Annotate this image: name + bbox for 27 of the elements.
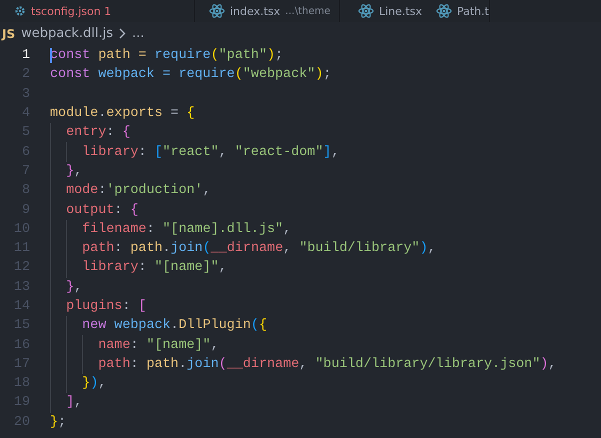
atom-icon <box>209 4 225 18</box>
code-line: library: ["react", "react-dom"], <box>81 144 340 160</box>
code-line: }, <box>65 164 82 179</box>
code-line: library: "[name]", <box>81 260 227 276</box>
code-line: name: "[name]", <box>97 338 219 353</box>
code-line: }, <box>65 280 82 295</box>
gear-icon <box>14 5 26 17</box>
code-line: entry: { <box>65 125 130 140</box>
code-line: output: { <box>65 202 138 218</box>
code-line: ], <box>65 395 82 410</box>
breadcrumb-file[interactable]: webpack.dll.js <box>21 26 114 41</box>
code-line: module.exports = { <box>50 106 195 122</box>
js-file-icon: JS <box>2 26 16 40</box>
code-line: plugins: [ <box>65 299 146 314</box>
atom-icon <box>436 4 452 18</box>
atom-icon <box>358 4 374 18</box>
line-number: 1 <box>20 48 31 64</box>
code-line: path: path.join(__dirname, "build/library"), <box>81 241 436 256</box>
code-line: new webpack.DllPlugin({ <box>81 318 268 334</box>
code-line: const webpack = require("webpack"); <box>50 67 332 82</box>
code-line: }; <box>50 414 66 430</box>
code-line: path: path.join(__dirname, "build/library/library.json"), <box>97 356 556 372</box>
chevron-icon <box>119 28 126 39</box>
code-line: }), <box>81 376 106 392</box>
code-line: filename: "[name].dll.js", <box>81 222 292 237</box>
code-line: mode:'production', <box>65 183 211 198</box>
breadcrumb-more[interactable]: ... <box>132 26 144 41</box>
